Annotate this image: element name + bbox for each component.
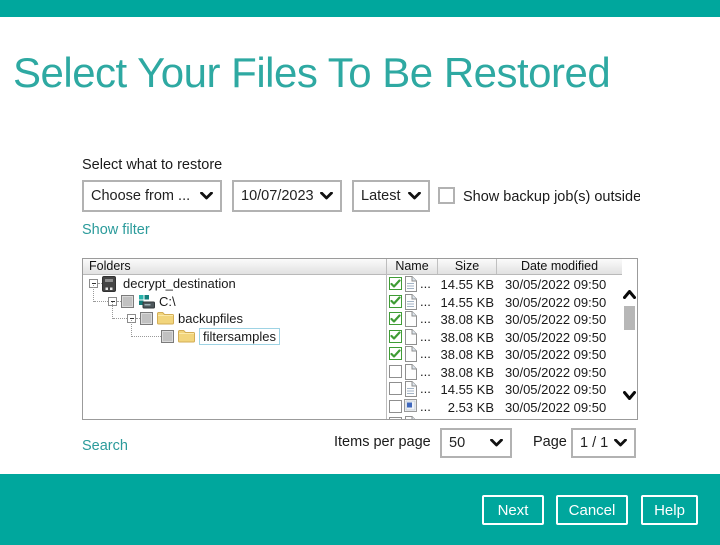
tree-node-filtersamples[interactable]: filtersamples bbox=[83, 319, 386, 346]
search-link[interactable]: Search bbox=[82, 438, 128, 454]
file-list-rows: ... 14.55 KB 30/05/2022 09:50... 14.55 KB 30… bbox=[387, 275, 622, 419]
folders-tree: decrypt_destination C:\ backupfiles filters… bbox=[83, 275, 386, 419]
tree-connector bbox=[93, 284, 94, 302]
restore-wizard-window: Select Your Files To Be Restored Select … bbox=[0, 0, 720, 545]
tree-connector bbox=[94, 300, 108, 302]
table-row[interactable]: ... 14.55 KB 30/05/2022 09:50 bbox=[387, 380, 622, 398]
column-header-name[interactable]: Name bbox=[387, 259, 438, 274]
cell-size: 14.55 KB bbox=[440, 294, 495, 310]
row-checkbox[interactable] bbox=[389, 417, 402, 419]
page-label: Page bbox=[533, 434, 567, 450]
folder-icon bbox=[178, 329, 195, 346]
folders-tree-pane: Folders decrypt_destination C:\ backupfile… bbox=[83, 259, 387, 419]
cell-date-modified: 30/05/2022 09:50 bbox=[505, 329, 607, 345]
tree-node-checkbox[interactable] bbox=[121, 294, 134, 308]
table-row[interactable]: ... 38.08 KB 30/05/2022 09:50 bbox=[387, 363, 622, 381]
cell-date-modified: 30/05/2022 09:50 bbox=[505, 312, 607, 327]
footer-bar: Next Cancel Help bbox=[0, 474, 720, 545]
cell-size: 38.08 KB bbox=[440, 312, 495, 327]
file-list-pane: Name Size Date modified ... 14.55 KB 30/05… bbox=[387, 259, 622, 419]
table-row[interactable]: ... 38.08 KB 30/05/2022 09:50 bbox=[387, 328, 622, 346]
chevron-down-icon bbox=[490, 435, 503, 451]
items-per-page-dropdown[interactable]: 50 bbox=[440, 428, 512, 458]
scroll-up-icon[interactable] bbox=[623, 287, 636, 301]
column-header-size[interactable]: Size bbox=[438, 259, 497, 274]
chevron-down-icon bbox=[200, 188, 213, 204]
scrollbar[interactable] bbox=[622, 275, 637, 419]
tree-node-label[interactable]: backupfiles bbox=[178, 311, 243, 326]
cell-date-modified: 30/05/2022 09:50 bbox=[505, 347, 607, 362]
restore-time-value: Latest bbox=[361, 188, 401, 204]
next-button[interactable]: Next bbox=[482, 495, 544, 525]
chevron-down-icon bbox=[408, 188, 421, 204]
cell-date-modified: 30/05/2022 09:50 bbox=[505, 382, 607, 397]
tree-node-label[interactable]: decrypt_destination bbox=[123, 276, 236, 291]
tree-connector bbox=[131, 319, 132, 337]
file-browser-panel: Folders decrypt_destination C:\ backupfile… bbox=[82, 258, 638, 420]
tree-node-checkbox[interactable] bbox=[161, 329, 174, 343]
cell-date-modified: 30/05/2022 09:50 bbox=[505, 277, 607, 292]
table-row[interactable]: ... 14.55 KB 30/05/2022 09:50 bbox=[387, 293, 622, 311]
tree-connector bbox=[112, 302, 113, 319]
select-what-to-restore-label: Select what to restore bbox=[82, 157, 223, 173]
chevron-down-icon bbox=[320, 188, 333, 204]
cell-size: 38.08 KB bbox=[440, 329, 495, 345]
page-title: Select Your Files To Be Restored bbox=[13, 49, 611, 96]
cell-size: 14.55 KB bbox=[440, 277, 495, 292]
cancel-button[interactable]: Cancel bbox=[556, 495, 628, 525]
folder-icon bbox=[157, 311, 174, 328]
tree-node-label[interactable]: filtersamples bbox=[199, 327, 280, 345]
scrollbar-thumb[interactable] bbox=[624, 306, 635, 330]
cell-date-modified: 30/05/2022 09:50 bbox=[505, 364, 607, 380]
restore-source-value: Choose from ... bbox=[91, 188, 191, 204]
column-header-date-modified[interactable]: Date modified bbox=[497, 259, 622, 274]
tree-node-backupfiles[interactable]: backupfiles bbox=[83, 302, 386, 328]
cell-date-modified: 30/05/2022 09:50 bbox=[505, 294, 607, 310]
table-row[interactable]: ... 38.08 KB 30/05/2022 09:50 bbox=[387, 345, 622, 363]
drive-icon bbox=[138, 294, 155, 312]
tree-connector bbox=[132, 335, 161, 337]
page-value: 1 / 1 bbox=[580, 435, 609, 451]
show-filter-link[interactable]: Show filter bbox=[82, 222, 150, 238]
table-row[interactable]: ... 38.08 KB 30/05/2022 09:50 bbox=[387, 310, 622, 328]
tree-node-c-[interactable]: C:\ bbox=[83, 284, 386, 312]
table-row[interactable]: ... 2.53 KB 30/05/2022 09:50 bbox=[387, 398, 622, 416]
page-dropdown[interactable]: 1 / 1 bbox=[571, 428, 636, 458]
cell-size: 2.53 KB bbox=[447, 399, 494, 415]
cell-size: 38.08 KB bbox=[440, 364, 495, 380]
cell-size: 14.55 KB bbox=[440, 382, 495, 397]
restore-time-dropdown[interactable]: Latest bbox=[352, 180, 430, 212]
items-per-page-label: Items per page bbox=[334, 434, 431, 450]
help-button[interactable]: Help bbox=[641, 495, 698, 525]
restore-date-dropdown[interactable]: 10/07/2023 bbox=[232, 180, 342, 212]
show-outside-jobs-label: Show backup job(s) outside bbox=[463, 189, 640, 205]
tree-connector bbox=[113, 318, 127, 319]
scroll-down-icon[interactable] bbox=[623, 388, 636, 402]
items-per-page-value: 50 bbox=[449, 435, 466, 451]
tree-node-label[interactable]: C:\ bbox=[159, 294, 176, 309]
cell-size: 38.08 KB bbox=[440, 347, 495, 362]
cell-date-modified: 30/05/2022 09:50 bbox=[505, 399, 607, 415]
table-row[interactable] bbox=[387, 415, 622, 419]
doc-plain-icon bbox=[404, 416, 417, 419]
tree-node-decrypt-destination[interactable]: decrypt_destination bbox=[83, 275, 386, 293]
table-row[interactable]: ... 14.55 KB 30/05/2022 09:50 bbox=[387, 275, 622, 293]
show-outside-jobs-checkbox[interactable] bbox=[438, 187, 455, 204]
chevron-down-icon bbox=[614, 435, 627, 451]
app-top-bar bbox=[0, 0, 720, 17]
restore-date-value: 10/07/2023 bbox=[241, 188, 314, 204]
restore-source-dropdown[interactable]: Choose from ... bbox=[82, 180, 222, 212]
folders-header: Folders bbox=[83, 259, 386, 275]
tree-node-checkbox[interactable] bbox=[140, 312, 153, 325]
file-list-header: Name Size Date modified bbox=[387, 259, 622, 275]
